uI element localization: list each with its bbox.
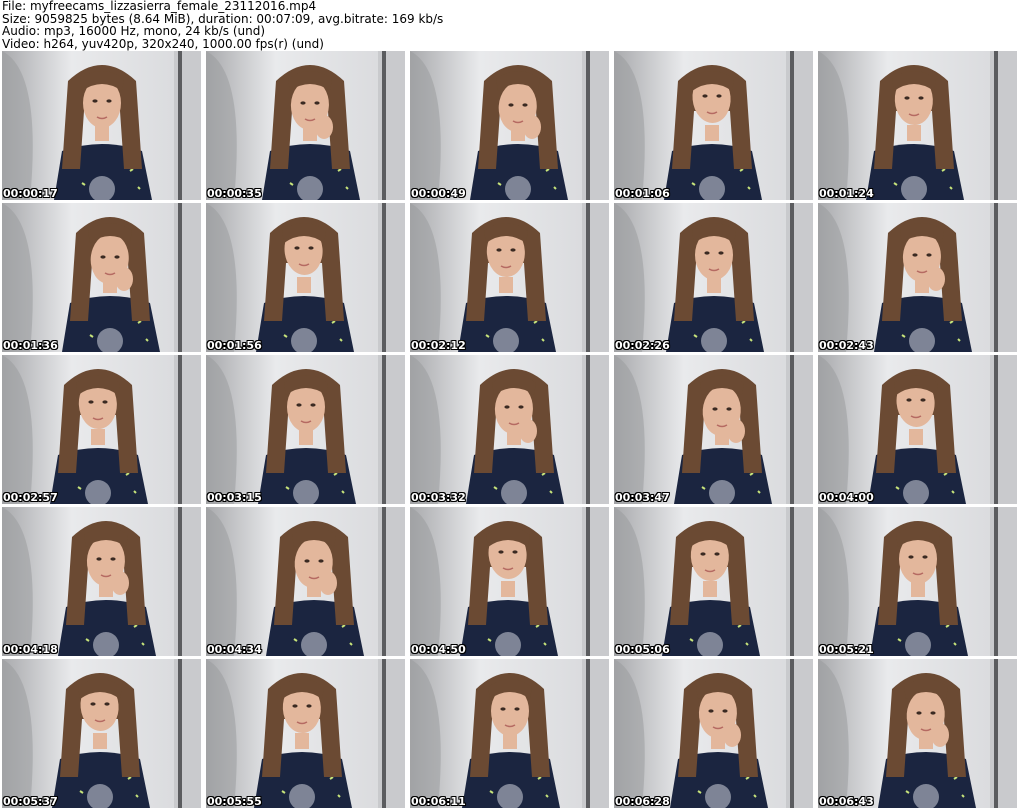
video-thumbnail: 00:05:37 [2,659,201,808]
timestamp-label: 00:05:06 [615,643,670,656]
timestamp-label: 00:00:17 [3,187,58,200]
timestamp-label: 00:03:32 [411,491,466,504]
video-thumbnail: 00:00:49 [410,51,609,200]
timestamp-label: 00:04:18 [3,643,58,656]
thumbnail-frame [410,203,609,352]
video-thumbnail: 00:02:26 [614,203,813,352]
video-thumbnail: 00:06:11 [410,659,609,808]
thumbnail-frame [818,507,1017,656]
video-thumbnail: 00:06:28 [614,659,813,808]
thumbnail-frame [2,355,201,504]
thumbnail-frame [206,507,405,656]
timestamp-label: 00:03:47 [615,491,670,504]
timestamp-label: 00:02:43 [819,339,874,352]
video-thumbnail: 00:04:00 [818,355,1017,504]
timestamp-label: 00:04:50 [411,643,466,656]
timestamp-label: 00:06:43 [819,795,874,808]
timestamp-label: 00:00:35 [207,187,262,200]
video-thumbnail: 00:04:34 [206,507,405,656]
video-thumbnail: 00:02:43 [818,203,1017,352]
thumbnail-frame [614,507,813,656]
timestamp-label: 00:03:15 [207,491,262,504]
video-thumbnail: 00:01:06 [614,51,813,200]
thumbnail-frame [2,507,201,656]
video-thumbnail: 00:05:55 [206,659,405,808]
thumbnail-frame [614,203,813,352]
video-thumbnail: 00:03:32 [410,355,609,504]
timestamp-label: 00:01:06 [615,187,670,200]
timestamp-label: 00:06:28 [615,795,670,808]
thumbnail-frame [614,355,813,504]
timestamp-label: 00:05:55 [207,795,262,808]
video-thumbnail: 00:05:21 [818,507,1017,656]
video-thumbnail: 00:04:18 [2,507,201,656]
timestamp-label: 00:00:49 [411,187,466,200]
file-line: File: myfreecams_lizzasierra_female_2311… [2,0,317,13]
video-thumbnail: 00:01:36 [2,203,201,352]
video-thumbnail: 00:00:17 [2,51,201,200]
timestamp-label: 00:05:37 [3,795,58,808]
thumbnail-frame [2,203,201,352]
thumbnail-frame [818,203,1017,352]
timestamp-label: 00:01:36 [3,339,58,352]
timestamp-label: 00:04:00 [819,491,874,504]
thumbnail-frame [818,659,1017,808]
timestamp-label: 00:01:56 [207,339,262,352]
timestamp-label: 00:06:11 [411,795,466,808]
video-thumbnail: 00:03:15 [206,355,405,504]
thumbnail-frame [818,51,1017,200]
video-thumbnail: 00:03:47 [614,355,813,504]
video-thumbnail: 00:01:56 [206,203,405,352]
info-header: File: myfreecams_lizzasierra_female_2311… [2,0,702,50]
thumbnail-frame [818,355,1017,504]
thumbnail-grid: 00:00:17 00:00:35 00:00:49 00:01:06 00:0… [2,51,1022,811]
thumbnail-frame [206,203,405,352]
timestamp-label: 00:02:26 [615,339,670,352]
video-thumbnail: 00:02:57 [2,355,201,504]
thumbnail-frame [410,51,609,200]
thumbnail-frame [206,659,405,808]
thumbnail-frame [206,355,405,504]
timestamp-label: 00:02:57 [3,491,58,504]
thumbnail-frame [614,51,813,200]
timestamp-label: 00:01:24 [819,187,874,200]
thumbnail-frame [2,659,201,808]
thumbnail-frame [2,51,201,200]
video-line: Video: h264, yuv420p, 320x240, 1000.00 f… [2,36,324,51]
thumbnail-frame [410,659,609,808]
video-thumbnail: 00:02:12 [410,203,609,352]
thumbnail-frame [410,355,609,504]
video-thumbnail: 00:06:43 [818,659,1017,808]
timestamp-label: 00:04:34 [207,643,262,656]
thumbnail-frame [614,659,813,808]
timestamp-label: 00:05:21 [819,643,874,656]
thumbnail-frame [410,507,609,656]
timestamp-label: 00:02:12 [411,339,466,352]
thumbnail-frame [206,51,405,200]
video-thumbnail: 00:01:24 [818,51,1017,200]
audio-line: Audio: mp3, 16000 Hz, mono, 24 kb/s (und… [2,24,266,38]
video-thumbnail: 00:04:50 [410,507,609,656]
video-thumbnail: 00:00:35 [206,51,405,200]
video-thumbnail: 00:05:06 [614,507,813,656]
